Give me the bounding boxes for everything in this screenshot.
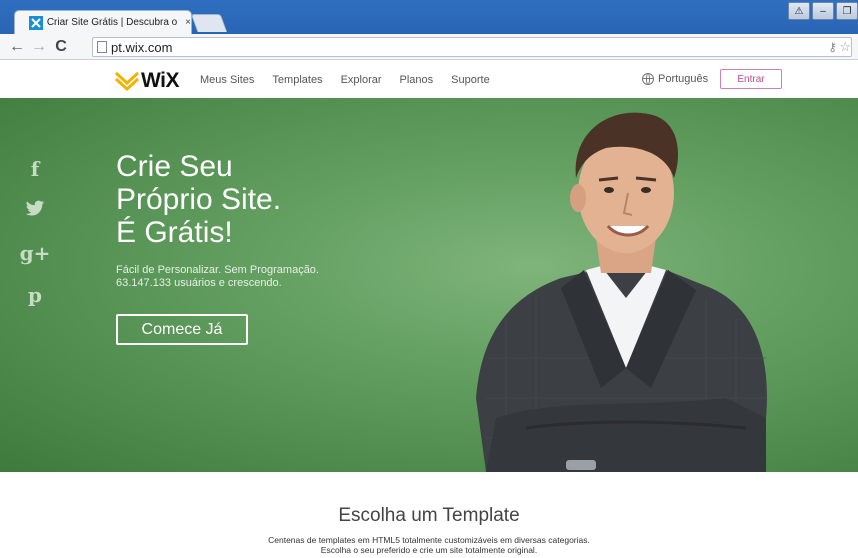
new-tab-button[interactable] xyxy=(190,14,228,32)
url-text: pt.wix.com xyxy=(111,39,173,55)
hero-headline: Crie Seu Próprio Site. É Grátis! xyxy=(116,150,281,249)
wix-logo[interactable]: WiX xyxy=(114,69,179,93)
subtitle-line-1: Fácil de Personalizar. Sem Programação. xyxy=(116,264,319,276)
back-arrow-icon[interactable]: ← xyxy=(6,36,28,58)
description-line-1: Centenas de templates em HTML5 totalment… xyxy=(268,535,590,545)
browser-toolbar: ← → C pt.wix.com ⚷ ☆ xyxy=(0,34,858,60)
forward-arrow-icon[interactable]: → xyxy=(28,36,50,58)
headline-line-2: Próprio Site. xyxy=(116,183,282,216)
nav-templates[interactable]: Templates xyxy=(272,74,322,86)
start-now-button[interactable]: Comece Já xyxy=(116,314,248,345)
reload-icon[interactable]: C xyxy=(50,36,72,58)
window-controls: ⚠ – ❐ xyxy=(788,2,858,20)
twitter-bird-icon xyxy=(25,200,45,216)
globe-icon xyxy=(642,73,654,85)
wix-logo-icon xyxy=(114,71,140,91)
language-selector[interactable]: Português xyxy=(642,73,708,85)
twitter-icon[interactable] xyxy=(25,198,45,224)
login-button[interactable]: Entrar xyxy=(720,69,782,89)
hero-banner: f g+ p Crie Seu Próprio Site. É Grátis! … xyxy=(0,98,858,472)
nav-meus-sites[interactable]: Meus Sites xyxy=(200,74,254,86)
social-links: f g+ p xyxy=(20,156,51,308)
browser-tab[interactable]: Criar Site Grátis | Descubra o × xyxy=(14,10,192,34)
key-icon[interactable]: ⚷ xyxy=(828,40,837,54)
pinterest-icon[interactable]: p xyxy=(28,282,42,308)
restore-button[interactable]: ❐ xyxy=(836,2,858,20)
main-nav: Meus Sites Templates Explorar Planos Sup… xyxy=(200,74,490,86)
nav-explorar[interactable]: Explorar xyxy=(341,74,382,86)
headline-line-1: Crie Seu xyxy=(116,150,233,183)
site-header: WiX Meus Sites Templates Explorar Planos… xyxy=(0,60,858,98)
address-bar[interactable]: pt.wix.com ⚷ ☆ xyxy=(92,37,852,57)
nav-suporte[interactable]: Suporte xyxy=(451,74,490,86)
logo-text: WiX xyxy=(141,69,179,92)
user-icon[interactable]: ⚠ xyxy=(788,2,810,20)
minimize-button[interactable]: – xyxy=(812,2,834,20)
facebook-icon[interactable]: f xyxy=(31,156,40,182)
language-label: Português xyxy=(658,73,709,85)
nav-planos[interactable]: Planos xyxy=(400,74,434,86)
headline-line-3: É Grátis! xyxy=(116,216,233,249)
page-icon xyxy=(97,41,107,53)
hero-subtitle: Fácil de Personalizar. Sem Programação. … xyxy=(116,264,319,290)
subtitle-line-2: 63.147.133 usuários e crescendo. xyxy=(116,277,282,289)
section-description: Centenas de templates em HTML5 totalment… xyxy=(0,535,858,555)
description-line-2: Escolha o seu preferido e crie um site t… xyxy=(320,545,538,555)
wix-favicon-icon xyxy=(29,15,43,30)
star-icon[interactable]: ☆ xyxy=(839,39,851,55)
tab-close-icon[interactable]: × xyxy=(185,17,191,28)
section-title: Escolha um Template xyxy=(338,505,520,526)
man-in-suit-image xyxy=(476,112,767,472)
browser-tab-strip: Criar Site Grátis | Descubra o × ⚠ – ❐ xyxy=(0,0,858,34)
google-plus-icon[interactable]: g+ xyxy=(20,240,51,266)
tab-title: Criar Site Grátis | Descubra o xyxy=(46,17,178,28)
